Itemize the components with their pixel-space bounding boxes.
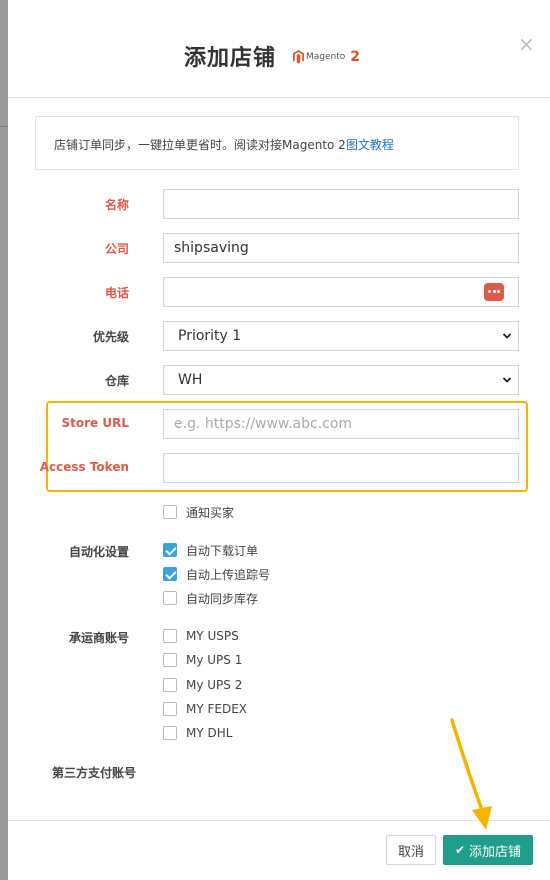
magento-brand-version: 2 bbox=[350, 49, 361, 65]
carrier-option[interactable]: MY FEDEX bbox=[163, 701, 247, 717]
modal-header: 添加店铺 Magento 2 × bbox=[8, 0, 550, 98]
carrier-name: My UPS 1 bbox=[186, 653, 243, 667]
magento-logo-icon bbox=[293, 50, 304, 64]
carrier-checkbox[interactable] bbox=[163, 629, 177, 643]
priority-select[interactable]: Priority 1 bbox=[163, 321, 519, 351]
notify-buyer-option[interactable]: 通知买家 bbox=[163, 504, 234, 520]
password-dots-icon[interactable] bbox=[484, 283, 504, 301]
tutorial-link[interactable]: 图文教程 bbox=[346, 138, 394, 152]
magento-brand-name: Magento bbox=[306, 52, 346, 62]
carrier-name: MY FEDEX bbox=[186, 702, 248, 716]
carrier-option[interactable]: My UPS 1 bbox=[163, 652, 242, 668]
auto-upload-checkbox[interactable] bbox=[163, 567, 177, 581]
phone-label: 电话 bbox=[104, 286, 129, 300]
warehouse-select[interactable]: WH bbox=[163, 365, 519, 395]
carrier-name: My UPS 2 bbox=[186, 678, 243, 692]
notify-buyer-checkbox[interactable] bbox=[163, 505, 177, 519]
priority-label: 优先级 bbox=[92, 330, 129, 344]
auto-upload-label: 自动上传追踪号 bbox=[186, 567, 271, 582]
add-store-button-label: 添加店铺 bbox=[469, 844, 522, 860]
warehouse-label: 仓库 bbox=[104, 374, 129, 388]
auto-sync-label: 自动同步库存 bbox=[186, 591, 259, 606]
cancel-button[interactable]: 取消 bbox=[386, 835, 436, 865]
access-token-input[interactable] bbox=[163, 453, 519, 483]
phone-input[interactable] bbox=[163, 277, 519, 307]
carrier-option[interactable]: My UPS 2 bbox=[163, 677, 242, 693]
store-url-label: Store URL bbox=[61, 416, 130, 430]
auto-upload-option[interactable]: 自动上传追踪号 bbox=[163, 566, 270, 582]
auto-download-checkbox[interactable] bbox=[163, 543, 177, 557]
add-store-modal: 添加店铺 Magento 2 × 店铺订单同步，一键拉单更省时。阅读对接Mage… bbox=[8, 0, 550, 880]
carrier-name: MY USPS bbox=[186, 629, 239, 643]
name-input[interactable] bbox=[163, 189, 519, 219]
company-input[interactable] bbox=[163, 233, 519, 263]
carrier-name: MY DHL bbox=[186, 726, 233, 740]
store-url-input[interactable] bbox=[163, 409, 519, 439]
info-banner: 店铺订单同步，一键拉单更省时。阅读对接Magento 2图文教程 bbox=[35, 116, 519, 170]
carrier-checkbox[interactable] bbox=[163, 678, 177, 692]
third-party-payment-label: 第三方支付账号 bbox=[51, 766, 136, 780]
name-label: 名称 bbox=[104, 198, 129, 212]
info-text: 店铺订单同步，一键拉单更省时。阅读对接Magento 2 bbox=[54, 138, 346, 152]
modal-title: 添加店铺 bbox=[184, 46, 277, 71]
priority-selected-value: Priority 1 bbox=[178, 328, 242, 344]
check-icon: ✔ bbox=[454, 843, 466, 857]
automation-label: 自动化设置 bbox=[68, 545, 129, 559]
auto-download-option[interactable]: 自动下载订单 bbox=[163, 542, 258, 558]
warehouse-selected-value: WH bbox=[178, 372, 203, 388]
notify-buyer-label: 通知买家 bbox=[186, 505, 235, 520]
carrier-option[interactable]: MY USPS bbox=[163, 628, 239, 644]
magento-brand: Magento 2 bbox=[293, 47, 360, 67]
access-token-label: Access Token bbox=[39, 460, 129, 474]
auto-sync-checkbox[interactable] bbox=[163, 591, 177, 605]
auto-sync-option[interactable]: 自动同步库存 bbox=[163, 590, 258, 606]
chevron-down-icon bbox=[502, 333, 512, 339]
close-icon[interactable]: × bbox=[518, 34, 535, 54]
add-store-button[interactable]: ✔ 添加店铺 bbox=[443, 835, 533, 865]
carrier-checkbox[interactable] bbox=[163, 726, 177, 740]
carrier-checkbox[interactable] bbox=[163, 702, 177, 716]
carrier-checkbox[interactable] bbox=[163, 653, 177, 667]
chevron-down-icon bbox=[502, 377, 512, 383]
annotation-arrow-icon bbox=[450, 718, 492, 830]
company-label: 公司 bbox=[104, 242, 129, 256]
auto-download-label: 自动下载订单 bbox=[186, 543, 259, 558]
carrier-option[interactable]: MY DHL bbox=[163, 725, 232, 741]
carrier-label: 承运商账号 bbox=[68, 631, 129, 645]
